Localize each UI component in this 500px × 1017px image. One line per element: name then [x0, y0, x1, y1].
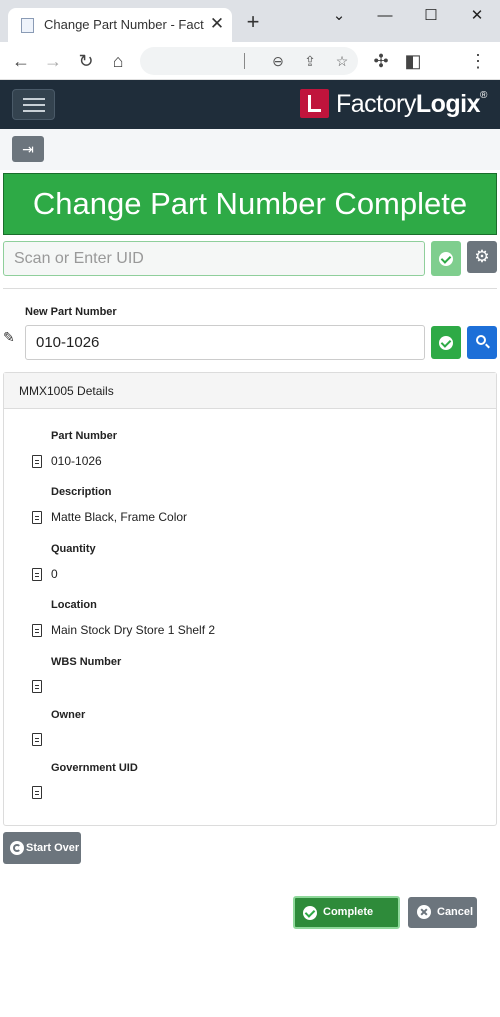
document-icon: [32, 733, 42, 746]
field-value-description: Matte Black, Frame Color: [51, 510, 188, 524]
cabinet-icon: [32, 624, 42, 637]
part-search-button[interactable]: [467, 326, 497, 359]
expand-panel-button[interactable]: ⇥: [12, 136, 44, 162]
uid-scan-input[interactable]: Scan or Enter UID: [3, 241, 425, 276]
zoom-out-icon[interactable]: ⊖: [266, 49, 290, 73]
address-divider: [244, 53, 245, 69]
field-label-quantity: Quantity: [51, 543, 96, 555]
check-circle-icon: [303, 906, 317, 920]
browser-tabstrip: Change Part Number - Factory ✕ + ⌄ — ☐ ✕: [0, 0, 500, 42]
app-header: FactoryLogix®: [0, 80, 500, 129]
cancel-label: Cancel: [437, 906, 474, 918]
details-card: MMX1005 Details Part Number 010-1026 Des…: [3, 372, 497, 826]
back-arrow-icon[interactable]: ←: [9, 49, 33, 73]
edit-clipboard-icon: ✎: [3, 329, 15, 345]
new-part-number-label: New Part Number: [25, 306, 117, 318]
field-value-location: Main Stock Dry Store 1 Shelf 2: [51, 623, 216, 637]
home-icon[interactable]: ⌂: [106, 49, 130, 73]
complete-task-button[interactable]: Complete Task: [293, 896, 400, 947]
side-panel-icon[interactable]: ◧: [401, 49, 425, 73]
page-favicon-icon: [21, 18, 34, 33]
document-icon: [32, 568, 42, 581]
start-over-button[interactable]: Start Over: [3, 832, 81, 864]
field-value-quantity: 0: [51, 567, 58, 581]
close-window-icon[interactable]: ✕: [465, 6, 489, 26]
document-icon: [32, 511, 42, 524]
new-part-number-input[interactable]: 010-1026: [25, 325, 425, 360]
tab-close-icon[interactable]: ✕: [208, 13, 226, 35]
extensions-puzzle-icon[interactable]: ✣: [369, 49, 393, 73]
browser-tab[interactable]: Change Part Number - Factory ✕: [8, 8, 232, 42]
field-label-government-uid: Government UID: [51, 762, 138, 774]
logo-text: FactoryLogix®: [336, 90, 487, 118]
maximize-icon[interactable]: ☐: [419, 6, 443, 26]
address-bar[interactable]: ⊖ ⇪ ☆: [140, 47, 358, 75]
forward-arrow-icon[interactable]: →: [41, 49, 65, 73]
restart-icon: [10, 841, 24, 855]
settings-gear-button[interactable]: ⚙: [467, 241, 497, 273]
field-label-location: Location: [51, 599, 97, 611]
sub-toolbar: ⇥: [0, 129, 500, 170]
tab-search-chevron-icon[interactable]: ⌄: [327, 6, 351, 26]
complete-task-label: Complete Task: [323, 906, 374, 947]
browser-toolbar: ← → ↻ ⌂ ⊖ ⇪ ☆ ✣ ◧ ⋮: [0, 42, 500, 80]
check-circle-icon: [439, 336, 453, 350]
field-label-owner: Owner: [51, 709, 86, 721]
divider: [3, 288, 497, 289]
browser-menu-icon[interactable]: ⋮: [466, 49, 490, 73]
hamburger-menu-button[interactable]: [12, 89, 55, 120]
check-circle-icon: [439, 252, 453, 266]
new-tab-button[interactable]: +: [243, 11, 263, 33]
uid-submit-button[interactable]: [431, 241, 461, 276]
details-card-header: MMX1005 Details: [4, 373, 496, 409]
share-icon[interactable]: ⇪: [298, 49, 322, 73]
bookmark-star-icon[interactable]: ☆: [330, 49, 354, 73]
start-over-label: Start Over: [26, 842, 80, 854]
field-label-wbs-number: WBS Number: [51, 656, 122, 668]
task-status-banner: Change Part Number Complete: [3, 173, 497, 235]
document-icon: [32, 680, 42, 693]
factorylogix-logo-icon: [300, 89, 329, 118]
field-value-part-number: 010-1026: [51, 454, 102, 468]
field-label-part-number: Part Number: [51, 430, 118, 442]
field-label-description: Description: [51, 486, 112, 498]
cancel-x-icon: [417, 905, 431, 919]
reload-icon[interactable]: ↻: [74, 49, 98, 73]
document-icon: [32, 786, 42, 799]
new-part-confirm-button[interactable]: [431, 326, 461, 359]
tab-title: Change Part Number - Factory: [44, 17, 204, 32]
document-icon: [32, 455, 42, 468]
cancel-button[interactable]: Cancel: [408, 897, 477, 928]
minimize-icon[interactable]: —: [373, 6, 397, 26]
